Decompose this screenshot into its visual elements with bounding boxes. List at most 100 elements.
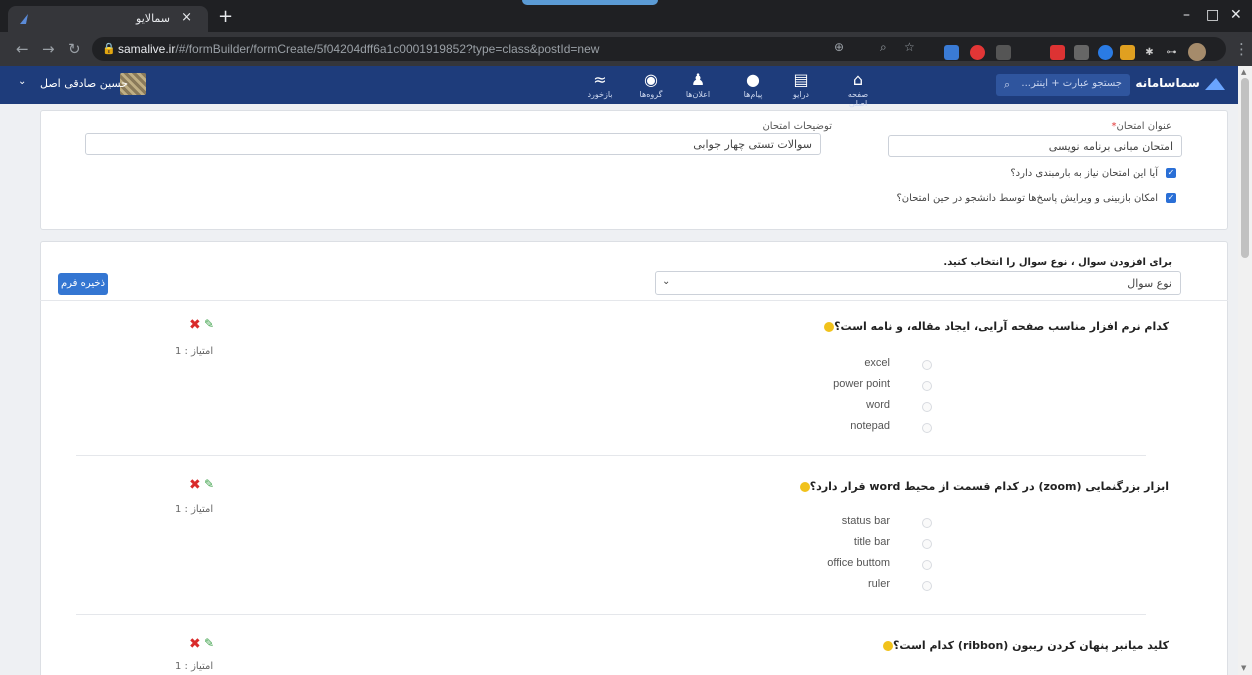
question-title: ابزار بزرگنمایی (zoom) در کدام قسمت از م… — [799, 480, 1169, 493]
new-tab-icon[interactable]: + — [218, 6, 233, 27]
edit-question-icon[interactable]: ✎ — [204, 636, 214, 650]
option-radio[interactable] — [922, 423, 932, 433]
option-radio[interactable] — [922, 402, 932, 412]
brand-logo[interactable]: سماسامانه — [1135, 76, 1226, 91]
extension-icon[interactable] — [944, 45, 959, 60]
scrollbar-thumb[interactable] — [1241, 78, 1249, 258]
app-navbar: سماسامانه جستجو عبارت + اینتر... ⌕ ⌂ صفحه… — [0, 66, 1238, 108]
divider — [40, 300, 1228, 301]
drive-icon: ▤ — [793, 70, 809, 89]
nav-messages[interactable]: ● پیام‌ها — [733, 70, 773, 99]
review-checkbox[interactable]: ✓ — [1166, 193, 1176, 203]
add-question-label: برای افزودن سوال ، نوع سوال را انتخاب کن… — [943, 257, 1172, 268]
question-title: کدام نرم افزار مناسب صفحه آرایی، ایجاد م… — [824, 320, 1169, 333]
close-window-icon[interactable]: ✕ — [1230, 7, 1242, 23]
feed-icon: ≈ — [593, 70, 607, 89]
extension-icon[interactable] — [996, 45, 1011, 60]
add-icon[interactable]: ⊕ — [834, 40, 844, 54]
question-score: امتیاز : 1 — [175, 661, 214, 672]
tab-title: سمالایو — [136, 12, 170, 25]
browser-tabstrip: سمالایو × + – □ ✕ — [0, 0, 1252, 32]
option-radio[interactable] — [922, 560, 932, 570]
browser-toolbar: ← → ↻ 🔒 samalive.ir/#/formBuilder/formCr… — [0, 32, 1252, 66]
divider — [76, 455, 1146, 456]
option-radio[interactable] — [922, 381, 932, 391]
menu-icon[interactable]: ⋮ — [1234, 40, 1249, 58]
option-radio[interactable] — [922, 539, 932, 549]
grading-label: آیا این امتحان نیاز به بارمبندی دارد؟ — [1010, 168, 1158, 179]
puzzle-icon[interactable]: ✱ — [1142, 45, 1157, 60]
search-input[interactable]: جستجو عبارت + اینتر... ⌕ — [996, 74, 1130, 96]
edit-question-icon[interactable]: ✎ — [204, 317, 214, 331]
nav-feedback[interactable]: ≈ بازخورد — [580, 70, 620, 99]
page-scrollbar[interactable]: ▲ ▼ — [1238, 66, 1252, 675]
groups-icon: ◉ — [644, 70, 658, 89]
nav-home[interactable]: ⌂ صفحه اصلی — [838, 70, 878, 108]
save-form-button[interactable]: ذخیره فرم — [58, 273, 108, 295]
browser-tab[interactable]: سمالایو × — [8, 6, 208, 32]
warning-icon — [883, 641, 894, 651]
drag-indicator — [522, 0, 658, 5]
option-label: office buttom — [827, 557, 890, 569]
bookmark-star-icon[interactable]: ☆ — [904, 40, 915, 54]
tab-close-icon[interactable]: × — [181, 10, 192, 25]
exam-description-input[interactable]: سوالات تستی چهار جوابی — [85, 133, 821, 155]
extension-icon[interactable] — [970, 45, 985, 60]
scroll-up-icon[interactable]: ▲ — [1241, 68, 1246, 76]
warning-icon — [824, 322, 835, 332]
bell-icon: ♟ — [690, 70, 706, 89]
option-label: word — [866, 399, 890, 411]
home-icon: ⌂ — [852, 70, 864, 89]
option-label: power point — [833, 378, 890, 390]
title-label: عنوان امتحان* — [1111, 121, 1172, 132]
brand-logo-icon — [1205, 77, 1225, 90]
nav-notifications[interactable]: ♟ اعلان‌ها — [678, 70, 718, 99]
delete-question-icon[interactable]: ✖ — [189, 637, 201, 651]
chat-icon: ● — [746, 70, 760, 89]
lock-icon: 🔒 — [102, 42, 116, 55]
option-label: ruler — [867, 578, 890, 590]
edit-question-icon[interactable]: ✎ — [204, 477, 214, 491]
exam-title-input[interactable]: امتحان مبانی برنامه نویسی — [888, 135, 1182, 157]
extension-icon[interactable] — [1120, 45, 1135, 60]
divider — [76, 614, 1146, 615]
profile-avatar[interactable] — [1188, 43, 1206, 61]
option-radio[interactable] — [922, 518, 932, 528]
option-radio[interactable] — [922, 360, 932, 370]
extension-icon[interactable] — [1098, 45, 1113, 60]
extension-icon[interactable] — [1074, 45, 1089, 60]
review-label: امکان بازبینی و ویرایش پاسخ‌ها توسط دانش… — [896, 193, 1159, 204]
chevron-down-icon: ⌄ — [662, 276, 671, 287]
option-label: title bar — [853, 536, 890, 548]
nav-drive[interactable]: ▤ درایو — [781, 70, 821, 99]
zoom-icon[interactable]: ⌕ — [880, 40, 887, 55]
question-title: کلید میانبر پنهان کردن ریبون (ribbon) کد… — [883, 639, 1169, 652]
question-score: امتیاز : 1 — [175, 504, 214, 515]
url-text: samalive.ir/#/formBuilder/formCreate/5f0… — [118, 42, 600, 56]
option-label: notepad — [850, 420, 890, 432]
reload-icon[interactable]: ↻ — [68, 40, 81, 58]
back-icon[interactable]: ← — [16, 40, 29, 58]
grading-checkbox[interactable]: ✓ — [1166, 168, 1176, 178]
delete-question-icon[interactable]: ✖ — [189, 478, 201, 492]
warning-icon — [799, 482, 810, 492]
maximize-icon[interactable]: □ — [1206, 7, 1219, 23]
delete-question-icon[interactable]: ✖ — [189, 318, 201, 332]
search-icon[interactable]: ⌕ — [1004, 78, 1010, 92]
question-score: امتیاز : 1 — [175, 346, 214, 357]
option-radio[interactable] — [922, 581, 932, 591]
minimize-icon[interactable]: – — [1183, 7, 1190, 23]
nav-groups[interactable]: ◉ گروه‌ها — [631, 70, 671, 99]
site-favicon-icon — [20, 14, 28, 24]
scroll-down-icon[interactable]: ▼ — [1241, 664, 1246, 672]
option-label: excel — [864, 357, 890, 369]
question-builder-panel — [40, 241, 1228, 675]
question-type-select[interactable]: نوع سوال ⌄ — [655, 271, 1181, 295]
desc-label: توضیحات امتحان — [762, 121, 832, 132]
key-icon[interactable]: ⊶ — [1164, 45, 1179, 60]
option-label: status bar — [841, 515, 890, 527]
user-name[interactable]: حسین صادقی اصل — [40, 77, 128, 90]
extension-icon[interactable] — [1050, 45, 1065, 60]
forward-icon[interactable]: → — [42, 40, 55, 58]
chevron-down-icon[interactable]: ⌄ — [18, 76, 26, 87]
